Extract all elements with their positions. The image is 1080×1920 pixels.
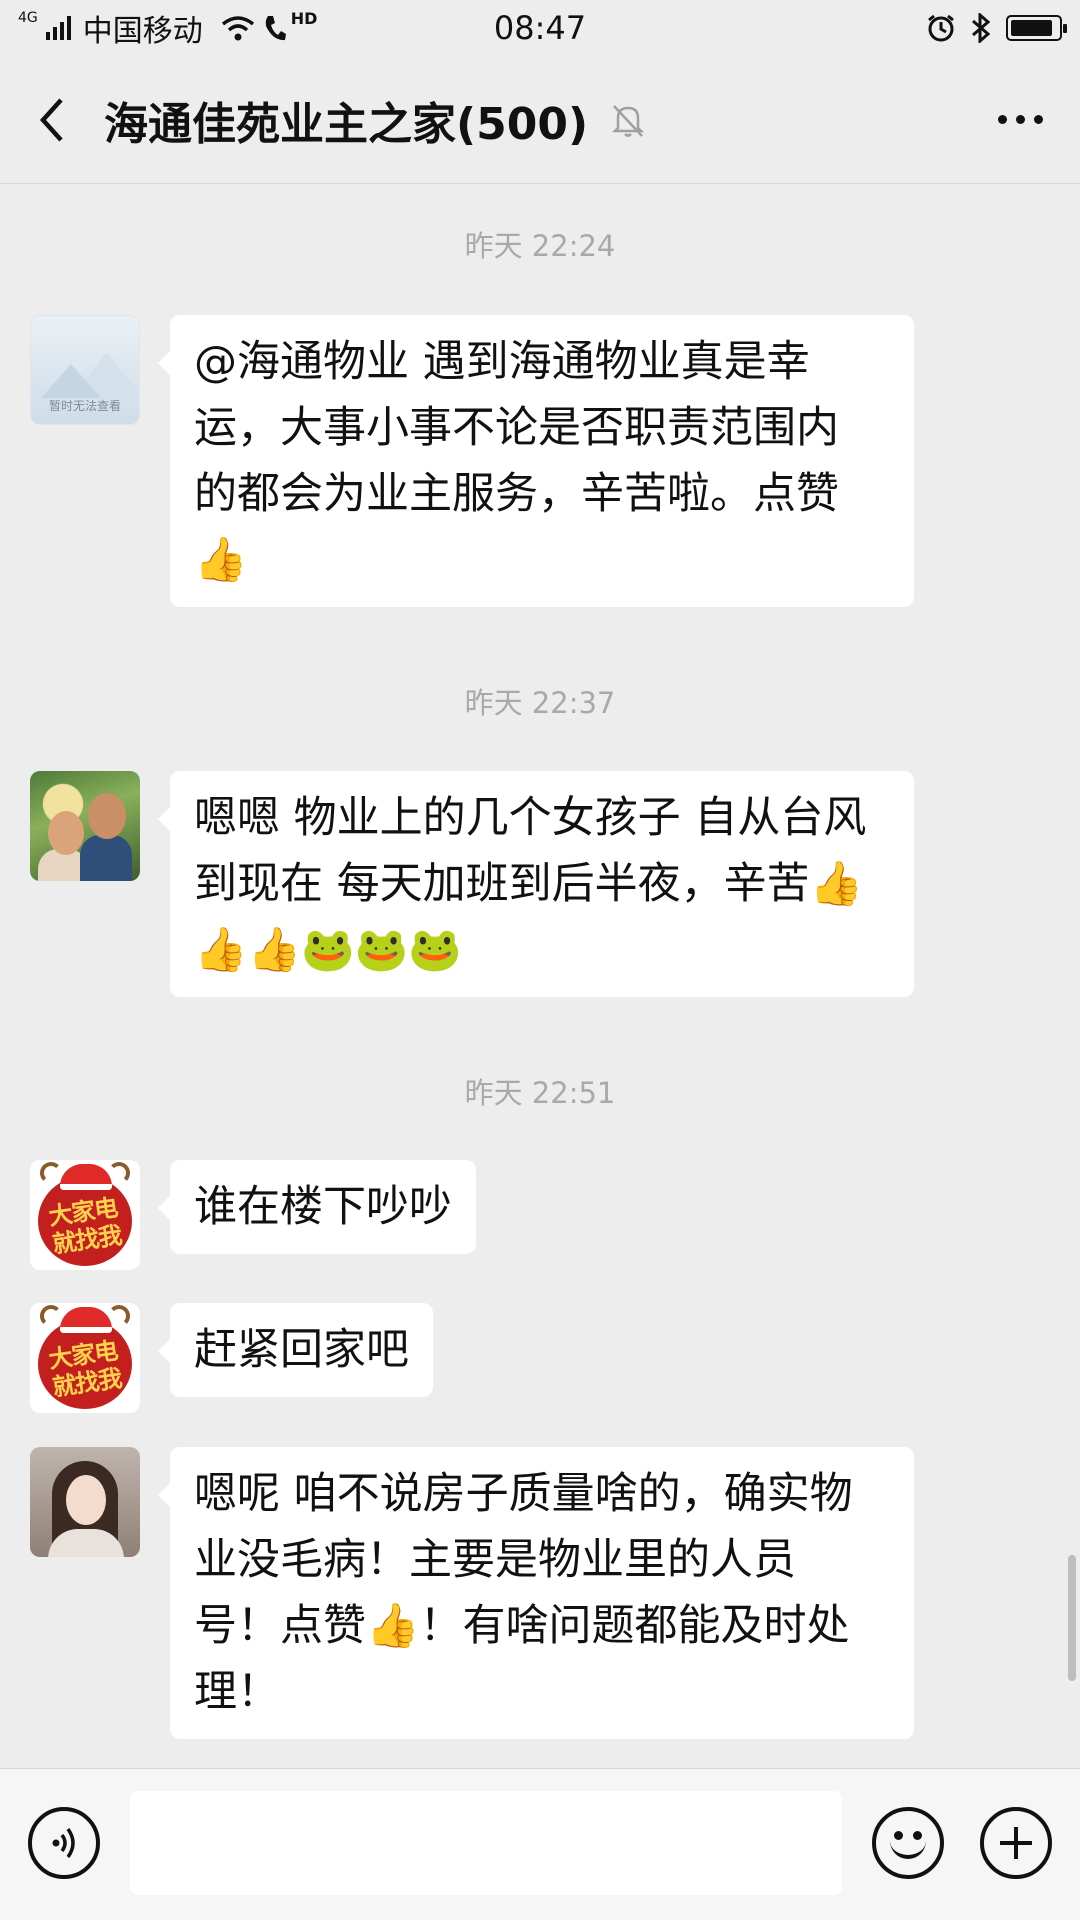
message-line: 业没毛病！主要是物业里的人员 xyxy=(194,1535,796,1585)
message-line: 到现在 每天加班到后半夜，辛苦👍 xyxy=(194,859,864,909)
clock: 08:47 xyxy=(493,9,587,47)
message-bubble[interactable]: 谁在楼下吵吵 xyxy=(158,1160,476,1254)
avatar[interactable] xyxy=(30,771,140,881)
message-input[interactable] xyxy=(130,1791,842,1895)
message-line: 理！ xyxy=(194,1667,280,1717)
message-line: 赶紧回家吧 xyxy=(194,1325,409,1375)
avatar-caption: 暂时无法查看 xyxy=(48,399,121,413)
message-line: 谁在楼下吵吵 xyxy=(194,1182,452,1232)
bell-muted-icon xyxy=(612,104,645,137)
avatar[interactable]: 暂时无法查看 xyxy=(30,315,140,425)
avatar-text: 大家电 就找我 xyxy=(46,1336,124,1402)
emoji-line: 👍👍🐸🐸🐸 xyxy=(194,925,462,975)
message-item: 大家电 就找我 赶紧回家吧 xyxy=(30,1303,433,1413)
input-bar xyxy=(0,1768,1080,1920)
more-options-button[interactable] xyxy=(960,56,1080,183)
scrollbar[interactable] xyxy=(1068,1555,1076,1681)
chevron-left-icon xyxy=(39,97,63,142)
back-button[interactable] xyxy=(0,56,104,183)
message-item: 大家电 就找我 谁在楼下吵吵 xyxy=(30,1160,476,1270)
message-line: 嗯嗯 物业上的几个女孩子 自从台风 xyxy=(194,793,867,843)
emoji-button[interactable] xyxy=(872,1807,944,1879)
timestamp: 昨天 22:51 xyxy=(464,1076,616,1110)
voice-icon xyxy=(52,1827,75,1859)
avatar-text: 大家电 就找我 xyxy=(46,1193,124,1259)
message-line: 嗯呢 咱不说房子质量啥的，确实物 xyxy=(194,1469,853,1519)
message-line: 号！点赞👍！有啥问题都能及时处 xyxy=(194,1601,850,1651)
timestamp: 昨天 22:24 xyxy=(464,229,616,263)
message-bubble[interactable]: 嗯呢 咱不说房子质量啥的，确实物 业没毛病！主要是物业里的人员 号！点赞👍！有啥… xyxy=(158,1447,914,1739)
chat-title[interactable]: 海通佳苑业主之家(500) xyxy=(104,88,588,152)
avatar[interactable]: 大家电 就找我 xyxy=(30,1303,140,1413)
avatar[interactable]: 大家电 就找我 xyxy=(30,1160,140,1270)
more-dot xyxy=(1015,115,1025,124)
avatar[interactable] xyxy=(30,1447,140,1557)
message-item: 嗯呢 咱不说房子质量啥的，确实物 业没毛病！主要是物业里的人员 号！点赞👍！有啥… xyxy=(30,1447,914,1739)
chat-area[interactable]: 昨天 22:24 暂时无法查看 @海通物业 遇到海通物业真是幸 运，大事小事不论… xyxy=(0,185,1080,1767)
timestamp: 昨天 22:37 xyxy=(464,686,616,720)
chat-header: 海通佳苑业主之家(500) xyxy=(0,56,1080,184)
message-line: @海通物业 遇到海通物业真是幸 xyxy=(194,337,810,387)
more-dot xyxy=(1033,115,1043,124)
voice-button[interactable] xyxy=(28,1807,100,1879)
message-item: 暂时无法查看 @海通物业 遇到海通物业真是幸 运，大事小事不论是否职责范围内 的… xyxy=(30,315,914,607)
message-item: 嗯嗯 物业上的几个女孩子 自从台风 到现在 每天加班到后半夜，辛苦👍 👍👍🐸🐸🐸 xyxy=(30,771,914,997)
message-bubble[interactable]: @海通物业 遇到海通物业真是幸 运，大事小事不论是否职责范围内 的都会为业主服务… xyxy=(158,315,914,607)
more-dot xyxy=(997,115,1007,124)
more-functions-button[interactable] xyxy=(980,1807,1052,1879)
emoji-line: 👍 xyxy=(194,535,248,585)
message-bubble[interactable]: 赶紧回家吧 xyxy=(158,1303,433,1397)
message-bubble[interactable]: 嗯嗯 物业上的几个女孩子 自从台风 到现在 每天加班到后半夜，辛苦👍 👍👍🐸🐸🐸 xyxy=(158,771,914,997)
message-line: 的都会为业主服务，辛苦啦。点赞 xyxy=(194,469,839,519)
status-bar: 4G 中国移动 HD 08:47 xyxy=(0,0,1080,56)
battery-icon xyxy=(1006,15,1067,41)
message-line: 运，大事小事不论是否职责范围内 xyxy=(194,403,839,453)
